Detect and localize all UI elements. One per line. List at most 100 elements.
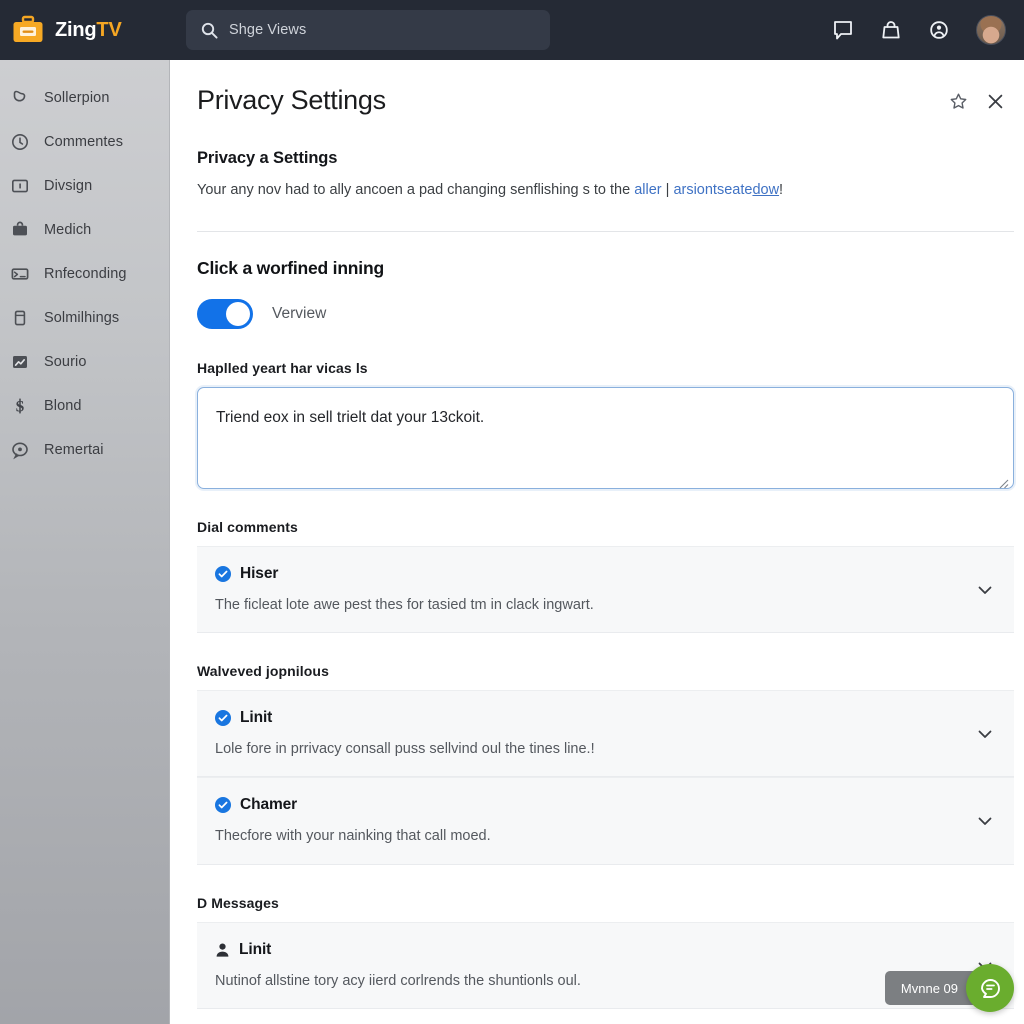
chat-fab-button[interactable] <box>966 964 1014 1012</box>
brand-logo[interactable]: ZingTV <box>12 15 170 45</box>
sidebar-item-blond[interactable]: S Blond <box>0 384 169 428</box>
card-title: Chamer <box>240 796 298 814</box>
person-icon <box>215 942 230 958</box>
brand-name-first: Zing <box>55 18 97 41</box>
page-header-actions <box>949 86 1010 111</box>
sidebar-item-sourio[interactable]: Sourio <box>0 340 169 384</box>
card-head: Linit <box>215 709 974 727</box>
card-body: Chamer Thecfore with your nainking that … <box>215 796 974 846</box>
toggle-knob <box>226 301 250 326</box>
search-icon <box>201 22 218 39</box>
sidebar: Sollerpion Commentes Divsign Medich Rnfe… <box>0 60 170 1024</box>
card-description: Thecfore with your nainking that call mo… <box>215 828 491 845</box>
card-description: The ficleat lote awe pest thes for tasie… <box>215 596 594 613</box>
device-icon <box>10 308 30 328</box>
id-card-icon <box>10 176 30 196</box>
card-head: Hiser <box>215 565 974 583</box>
card-title: Linit <box>240 709 273 726</box>
bookmark-icon <box>10 88 30 108</box>
sidebar-item-label: Blond <box>44 398 82 414</box>
sidebar-item-label: Divsign <box>44 178 93 194</box>
chart-icon <box>10 352 30 372</box>
description-separator: | <box>661 181 674 198</box>
brand-name-second: TV <box>96 18 122 41</box>
search-value: Shge Views <box>229 22 307 38</box>
sidebar-item-label: Commentes <box>44 134 124 150</box>
sidebar-item-label: Remertai <box>44 442 104 458</box>
brand-name: ZingTV <box>55 19 122 42</box>
section-title: Privacy a Settings <box>197 148 338 167</box>
app-window: ZingTV Shge Views Sollerpion Commentes D… <box>0 0 1024 1024</box>
card-description: Nutinof allstine tory acy iierd corlrend… <box>215 972 581 989</box>
description-link-secondary[interactable]: arsiontseate <box>673 182 752 198</box>
sidebar-item-commentes[interactable]: Commentes <box>0 120 169 164</box>
sidebar-item-rnfeconding[interactable]: Rnfeconding <box>0 252 169 296</box>
sidebar-item-label: Medich <box>44 222 92 238</box>
sidebar-item-sollerpion[interactable]: Sollerpion <box>0 76 169 120</box>
description-text: Your any nov had to ally ancoen a pad ch… <box>197 181 635 198</box>
check-circle-icon <box>215 710 231 726</box>
check-circle-icon <box>215 565 231 582</box>
avatar[interactable] <box>976 15 1006 45</box>
toggle-label: Verview <box>272 304 327 322</box>
textarea-value: Triend eox in sell trielt dat your 13cko… <box>216 408 485 426</box>
card-description: Lole fore in prrivacy consall puss sellv… <box>215 741 595 757</box>
group-label-dial-comments: Dial comments <box>197 518 298 535</box>
list-item[interactable]: Linit Lole fore in prrivacy consall puss… <box>197 690 1014 778</box>
card-head: Chamer <box>215 796 974 814</box>
card-head: Linit <box>215 941 974 959</box>
body-row: Sollerpion Commentes Divsign Medich Rnfe… <box>0 60 1024 1024</box>
clock-icon <box>10 132 30 152</box>
card-body: Hiser The ficleat lote awe pest thes for… <box>215 565 974 615</box>
card-title: Linit <box>239 940 272 958</box>
account-circle-icon[interactable] <box>928 19 950 41</box>
inbox-icon <box>10 264 30 284</box>
page-header: Privacy Settings <box>197 85 1010 116</box>
star-icon[interactable] <box>949 92 968 111</box>
sidebar-item-solmilhings[interactable]: Solmilhings <box>0 296 169 340</box>
check-circle-icon <box>215 797 231 814</box>
chat-leaf-icon <box>978 976 1003 1001</box>
topbar-actions <box>832 15 1010 45</box>
card-body: Linit Nutinof allstine tory acy iierd co… <box>215 941 974 991</box>
main-content: Privacy Settings Privacy a Settings Your… <box>170 60 1024 1024</box>
briefcase-solid-icon <box>10 220 30 240</box>
description-link-primary[interactable]: aller <box>634 182 661 198</box>
briefcase-icon <box>12 15 44 45</box>
comment-icon[interactable] <box>832 19 854 41</box>
page-title: Privacy Settings <box>197 85 386 115</box>
sidebar-item-label: Solmilhings <box>44 310 120 326</box>
group-label-walveved-jopnilous: Walveved jopnilous <box>197 663 329 679</box>
group-label-d-messages: D Messages <box>197 894 279 911</box>
card-title: Hiser <box>240 564 279 582</box>
chat-widget: Mvnne 09 <box>884 964 1014 1012</box>
chevron-down-icon[interactable] <box>974 723 996 745</box>
preview-toggle[interactable] <box>197 298 253 329</box>
sidebar-item-divsign[interactable]: Divsign <box>0 164 169 208</box>
divider <box>197 230 1014 232</box>
chat-bubble-icon <box>10 440 30 460</box>
bag-icon[interactable] <box>880 19 902 41</box>
sidebar-item-medich[interactable]: Medich <box>0 208 169 252</box>
sidebar-item-label: Sourio <box>44 354 87 370</box>
sidebar-item-remertai[interactable]: Remertai <box>0 428 169 472</box>
sidebar-item-label: Sollerpion <box>44 90 110 106</box>
top-bar: ZingTV Shge Views <box>0 0 1024 60</box>
section-description: Your any nov had to ally ancoen a pad ch… <box>197 180 1010 201</box>
close-icon[interactable] <box>986 92 1005 111</box>
search-input[interactable]: Shge Views <box>186 10 550 50</box>
toggle-section-title: Click a worfined inning <box>197 257 384 278</box>
card-body: Linit Lole fore in prrivacy consall puss… <box>215 709 974 759</box>
chevron-down-icon[interactable] <box>974 579 996 601</box>
list-item[interactable]: Chamer Thecfore with your nainking that … <box>197 777 1014 865</box>
dollar-icon: S <box>10 396 30 416</box>
sidebar-item-label: Rnfeconding <box>44 266 127 282</box>
toggle-row: Verview <box>197 298 1010 329</box>
notes-textarea[interactable]: Triend eox in sell trielt dat your 13cko… <box>197 386 1014 489</box>
chevron-down-icon[interactable] <box>974 810 996 832</box>
description-link-underlined[interactable]: dow <box>752 182 779 198</box>
description-text-end: ! <box>779 181 784 198</box>
resize-handle[interactable] <box>998 474 1009 489</box>
list-item[interactable]: Hiser The ficleat lote awe pest thes for… <box>197 545 1014 633</box>
textarea-label: Haplled yeart har vicas ls <box>197 359 368 376</box>
